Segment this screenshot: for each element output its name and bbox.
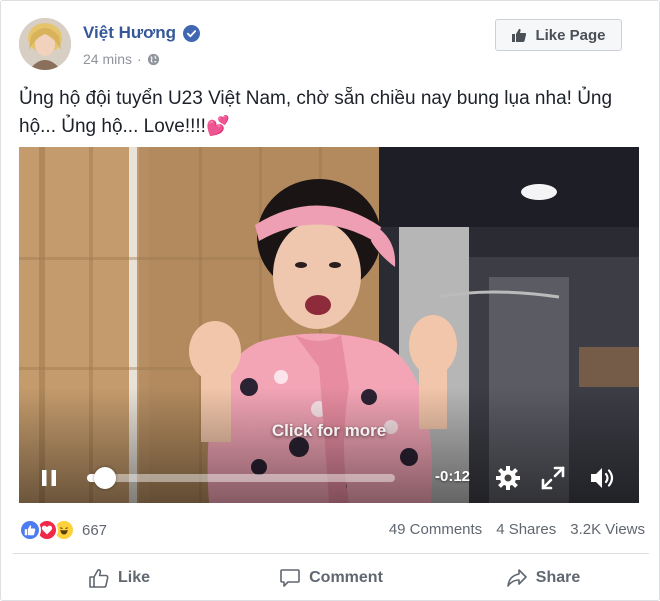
- verified-badge-icon: [183, 24, 201, 42]
- speech-bubble-icon: [280, 569, 300, 587]
- video-player[interactable]: Click for more -0:12: [19, 147, 639, 503]
- gear-icon[interactable]: [495, 465, 521, 491]
- post-body: Ủng hộ đội tuyển U23 Việt Nam, chờ sẵn c…: [19, 88, 613, 137]
- author-name[interactable]: Việt Hương: [83, 23, 176, 43]
- actions-divider: [13, 553, 649, 554]
- time-remaining: -0:12: [435, 468, 471, 485]
- share-arrow-icon: [506, 569, 527, 587]
- expand-icon[interactable]: [541, 466, 565, 490]
- comment-label: Comment: [309, 569, 383, 586]
- engagement-stats: 49 Comments 4 Shares 3.2K Views: [389, 521, 645, 538]
- comment-button[interactable]: Comment: [225, 559, 437, 597]
- globe-icon[interactable]: [147, 53, 160, 66]
- reaction-count[interactable]: 667: [82, 522, 107, 539]
- reaction-summary[interactable]: 667: [19, 519, 107, 541]
- shares-count[interactable]: 4 Shares: [496, 521, 556, 538]
- thumbs-up-icon: [89, 569, 109, 588]
- like-page-button[interactable]: Like Page: [495, 19, 622, 51]
- volume-icon[interactable]: [589, 466, 617, 490]
- author-name-row: Việt Hương: [83, 23, 201, 43]
- post-card: Việt Hương 24 mins · Like Page Ủng hộ độ…: [0, 0, 660, 601]
- video-frame: [19, 147, 639, 503]
- post-timestamp[interactable]: 24 mins: [83, 51, 132, 67]
- like-label: Like: [117, 569, 150, 586]
- thumbs-up-icon: [512, 28, 527, 42]
- video-progress-bar[interactable]: [87, 474, 395, 482]
- comments-count[interactable]: 49 Comments: [389, 521, 482, 538]
- share-button[interactable]: Share: [437, 559, 649, 597]
- views-count[interactable]: 3.2K Views: [570, 521, 645, 538]
- video-controls: -0:12: [19, 453, 639, 503]
- pause-icon[interactable]: [41, 469, 57, 487]
- avatar-image: [19, 18, 71, 70]
- author-avatar[interactable]: [19, 18, 71, 70]
- like-button[interactable]: Like: [13, 559, 225, 597]
- like-reaction-icon: [19, 519, 41, 541]
- share-label: Share: [535, 569, 581, 586]
- post-meta: 24 mins ·: [83, 51, 160, 67]
- video-progress-handle[interactable]: [94, 467, 117, 489]
- like-page-label: Like Page: [535, 26, 606, 44]
- meta-separator: ·: [137, 51, 142, 67]
- click-for-more-overlay[interactable]: Click for more: [19, 421, 639, 441]
- two-hearts-emoji: 💕: [205, 116, 230, 137]
- post-text: Ủng hộ đội tuyển U23 Việt Nam, chờ sẵn c…: [19, 85, 639, 141]
- post-actions: Like Comment Share: [13, 559, 649, 597]
